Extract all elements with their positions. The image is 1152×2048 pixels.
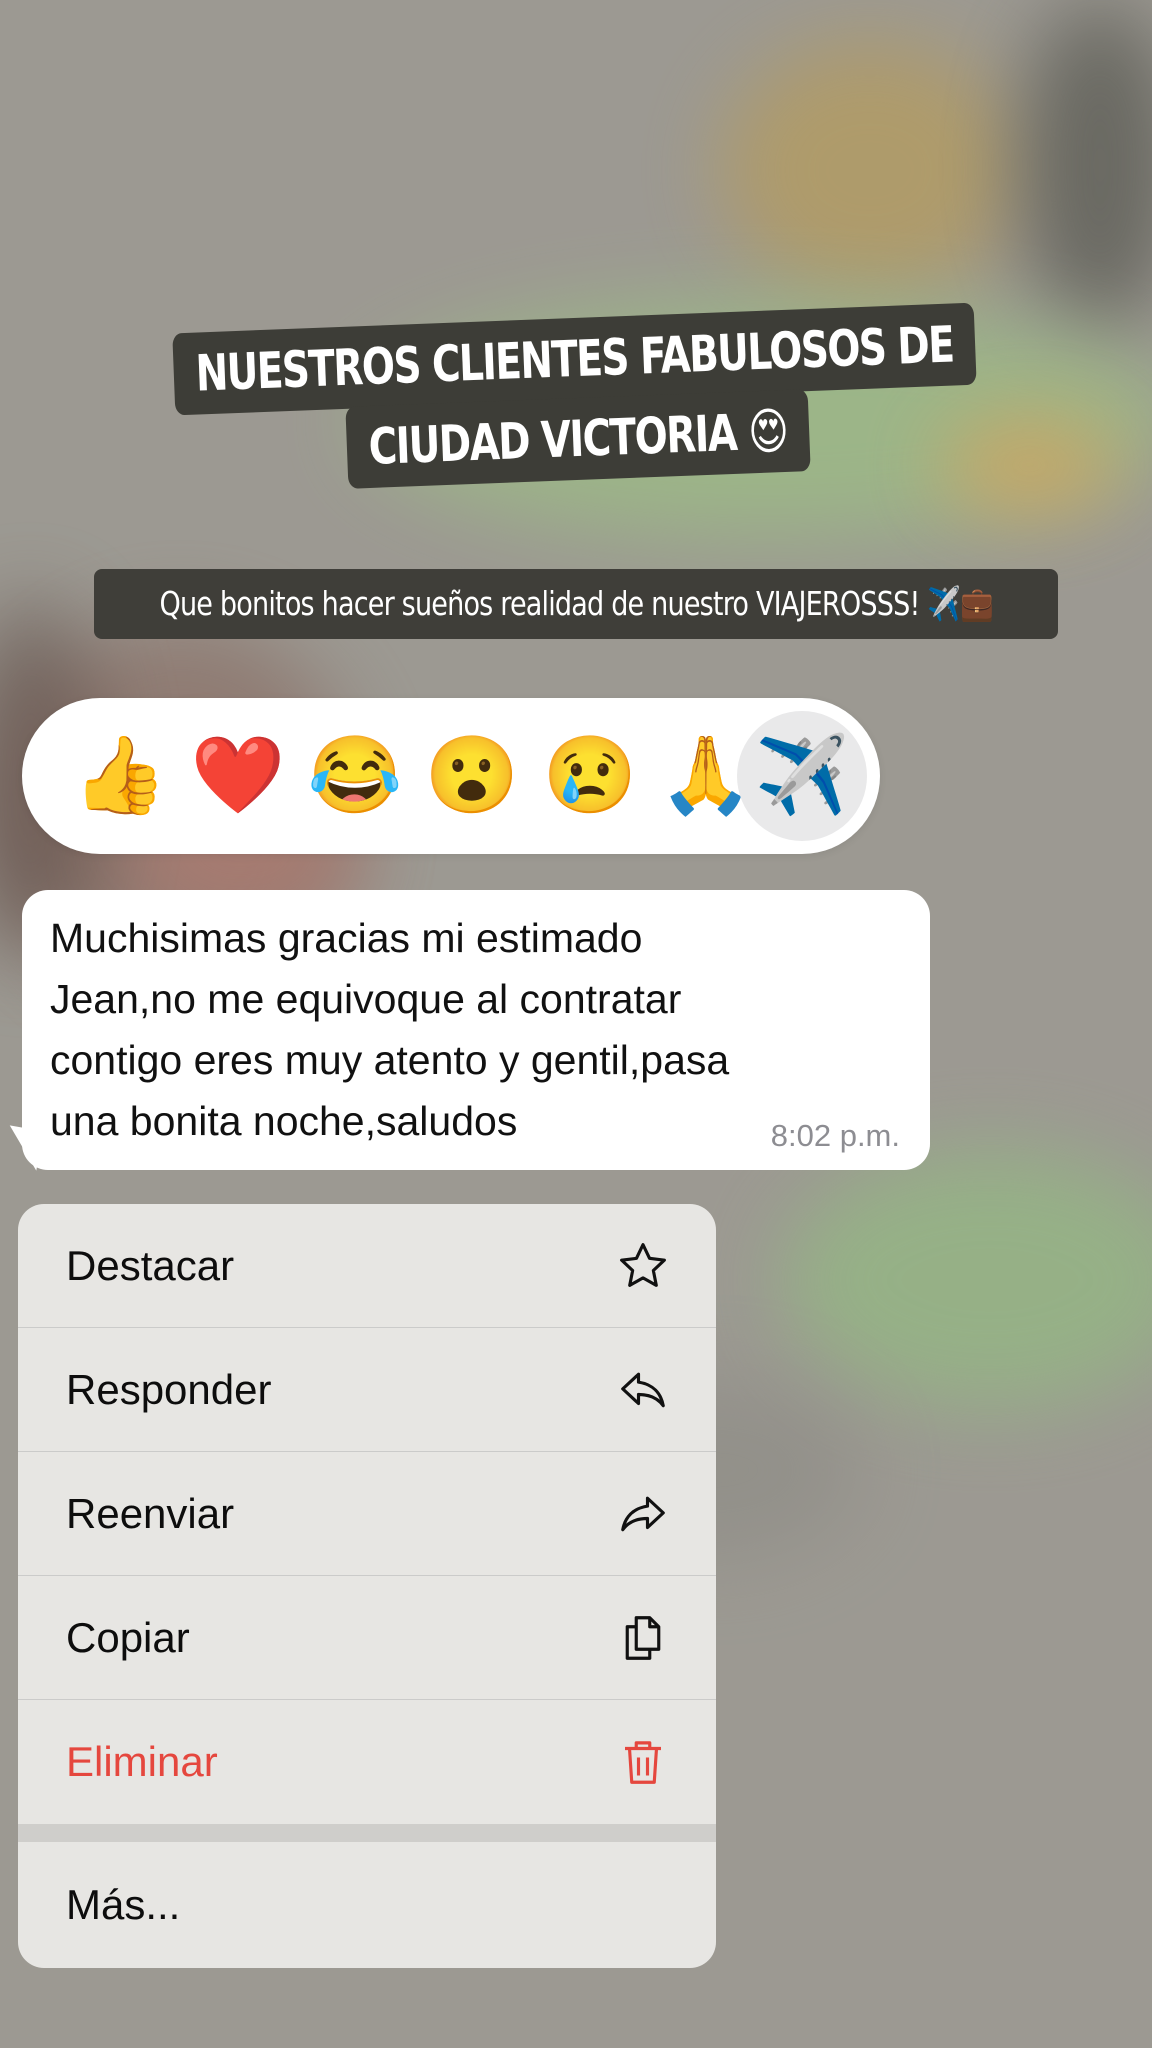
menu-item-label: Reenviar <box>66 1489 235 1537</box>
message-timestamp: 8:02 p.m. <box>770 1118 900 1153</box>
reaction-thumbs-up[interactable]: 👍 <box>62 718 178 834</box>
menu-item-eliminar[interactable]: Eliminar <box>18 1700 716 1824</box>
reply-icon <box>616 1363 670 1417</box>
menu-item-destacar[interactable]: Destacar <box>18 1204 716 1328</box>
message-line: Jean,no me equivoque al contratar <box>50 976 682 1022</box>
menu-separator <box>18 1824 716 1842</box>
menu-item-copiar[interactable]: Copiar <box>18 1576 716 1700</box>
message-line: Muchisimas gracias mi estimado <box>50 915 643 961</box>
message-bubble[interactable]: Muchisimas gracias mi estimado Jean,no m… <box>22 890 930 1170</box>
reaction-heart[interactable]: ❤️ <box>180 718 296 834</box>
menu-item-label: Eliminar <box>66 1738 218 1785</box>
story-subtitle-text: Que bonitos hacer sueños realidad de nue… <box>159 584 993 623</box>
reaction-sad[interactable]: 😢 <box>532 718 648 834</box>
reaction-airplane-selected[interactable]: ✈️ <box>737 711 867 841</box>
menu-item-label: Más... <box>66 1881 181 1928</box>
reaction-bar: 👍 ❤️ 😂 😮 😢 🙏 ✈️ <box>22 698 880 854</box>
message-line: contigo eres muy atento y gentil,pasa <box>50 1037 730 1083</box>
reaction-surprised[interactable]: 😮 <box>414 718 530 834</box>
star-icon <box>616 1239 670 1293</box>
menu-item-responder[interactable]: Responder <box>18 1328 716 1452</box>
trash-icon <box>616 1735 670 1789</box>
menu-item-label: Copiar <box>66 1613 190 1661</box>
message-text: Muchisimas gracias mi estimado Jean,no m… <box>50 908 900 1152</box>
menu-item-mas[interactable]: Más... <box>18 1842 716 1968</box>
menu-item-reenviar[interactable]: Reenviar <box>18 1452 716 1576</box>
story-subtitle: Que bonitos hacer sueños realidad de nue… <box>94 569 1058 639</box>
context-menu: Destacar Responder Reenviar Copiar Elimi… <box>18 1204 716 1968</box>
menu-item-label: Destacar <box>66 1241 235 1289</box>
reaction-laugh[interactable]: 😂 <box>297 718 413 834</box>
forward-icon <box>616 1487 670 1541</box>
menu-item-label: Responder <box>66 1365 272 1413</box>
copy-icon <box>616 1611 670 1665</box>
